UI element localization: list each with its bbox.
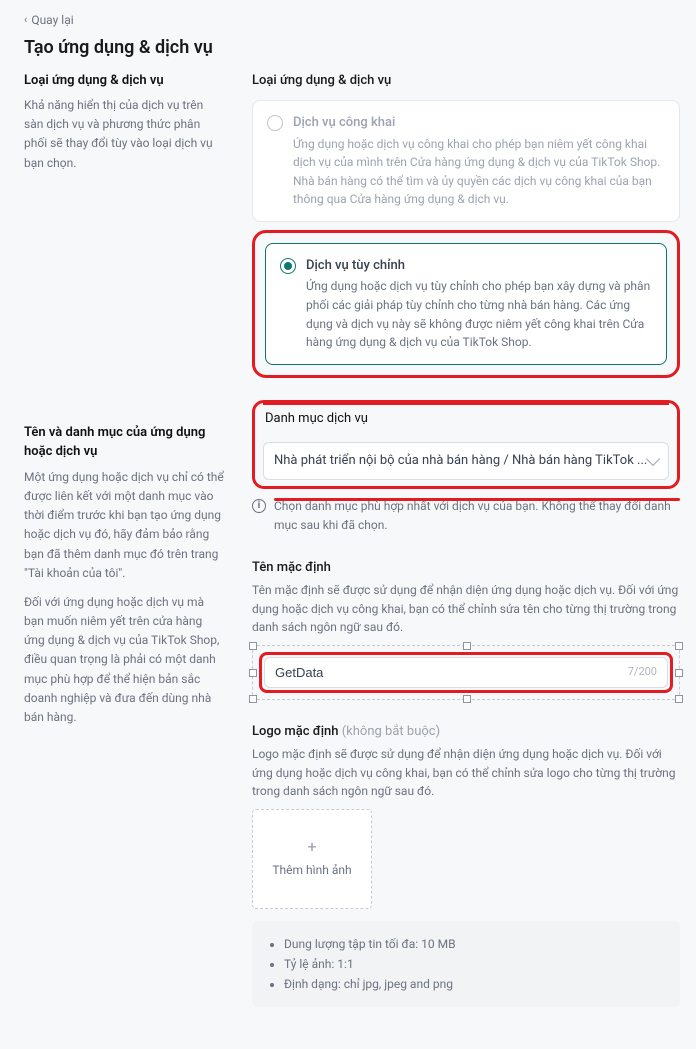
highlight-strike	[263, 402, 669, 405]
logo-desc: Logo mặc định sẽ được sử dụng để nhận di…	[252, 745, 680, 801]
highlight-frame-custom: Dịch vụ tùy chỉnh Ứng dụng hoặc dịch vụ …	[252, 230, 680, 378]
name-label: Tên mặc định	[252, 558, 680, 578]
page-title: Tạo ứng dụng & dịch vụ	[24, 34, 680, 61]
left-type-heading: Loại ứng dụng & dịch vụ	[24, 71, 224, 91]
name-desc: Tên mặc định sẽ được sử dụng để nhận diệ…	[252, 581, 680, 637]
left-name-desc1: Một ứng dụng hoặc dịch vụ chỉ có thể đượ…	[24, 468, 224, 583]
radio-public-service[interactable]: Dịch vụ công khai Ứng dụng hoặc dịch vụ …	[252, 100, 680, 222]
logo-upload[interactable]: + Thêm hình ảnh	[252, 809, 372, 909]
left-type-desc: Khả năng hiển thị của dịch vụ trên sàn d…	[24, 96, 224, 173]
name-input[interactable]	[275, 665, 628, 680]
name-char-count: 7/200	[628, 664, 657, 681]
category-select[interactable]: Nhà phát triển nội bộ của nhà bán hàng /…	[263, 442, 669, 480]
plus-icon: +	[307, 839, 316, 855]
category-info: Chọn danh mục phù hợp nhất với dịch vụ c…	[274, 499, 671, 533]
chevron-left-icon: ‹	[24, 12, 27, 29]
left-name-heading: Tên và danh mục của ứng dụng hoặc dịch v…	[24, 423, 224, 462]
logo-label: Logo mặc định (không bắt buộc)	[252, 722, 680, 742]
back-link[interactable]: ‹ Quay lại	[24, 11, 74, 29]
left-name-desc2: Đối với ứng dụng hoặc dịch vụ mà bạn muố…	[24, 593, 224, 727]
upload-label: Thêm hình ảnh	[272, 861, 351, 879]
logo-rule: Định dạng: chỉ jpg, jpeg and png	[284, 975, 664, 993]
chevron-down-icon	[646, 452, 660, 466]
logo-rules-panel: Dung lượng tập tin tối đa: 10 MB Tỷ lệ ả…	[252, 921, 680, 1007]
logo-rule: Tỷ lệ ảnh: 1:1	[284, 955, 664, 973]
radio-custom-title: Dịch vụ tùy chỉnh	[306, 256, 652, 276]
highlight-frame-category: Danh mục dịch vụ Nhà phát triển nội bộ c…	[252, 400, 680, 489]
radio-icon	[267, 115, 283, 131]
info-icon: i	[252, 499, 266, 513]
category-label: Danh mục dịch vụ	[263, 409, 669, 435]
radio-public-title: Dịch vụ công khai	[293, 113, 665, 133]
radio-custom-desc: Ứng dụng hoặc dịch vụ tùy chỉnh cho phép…	[306, 277, 652, 351]
radio-custom-service[interactable]: Dịch vụ tùy chỉnh Ứng dụng hoặc dịch vụ …	[265, 243, 667, 365]
radio-public-desc: Ứng dụng hoặc dịch vụ công khai cho phép…	[293, 135, 665, 209]
right-type-heading: Loại ứng dụng & dịch vụ	[252, 71, 680, 91]
highlight-frame-name: 7/200	[259, 652, 673, 693]
radio-icon	[280, 258, 296, 274]
category-selected-value: Nhà phát triển nội bộ của nhà bán hàng /…	[274, 451, 647, 471]
logo-rule: Dung lượng tập tin tối đa: 10 MB	[284, 935, 664, 953]
back-label: Quay lại	[31, 11, 73, 29]
logo-optional: (không bắt buộc)	[342, 724, 440, 739]
name-input-wrap[interactable]: 7/200	[264, 657, 668, 688]
highlight-strike	[274, 498, 680, 501]
selection-frame: 7/200	[252, 645, 680, 700]
